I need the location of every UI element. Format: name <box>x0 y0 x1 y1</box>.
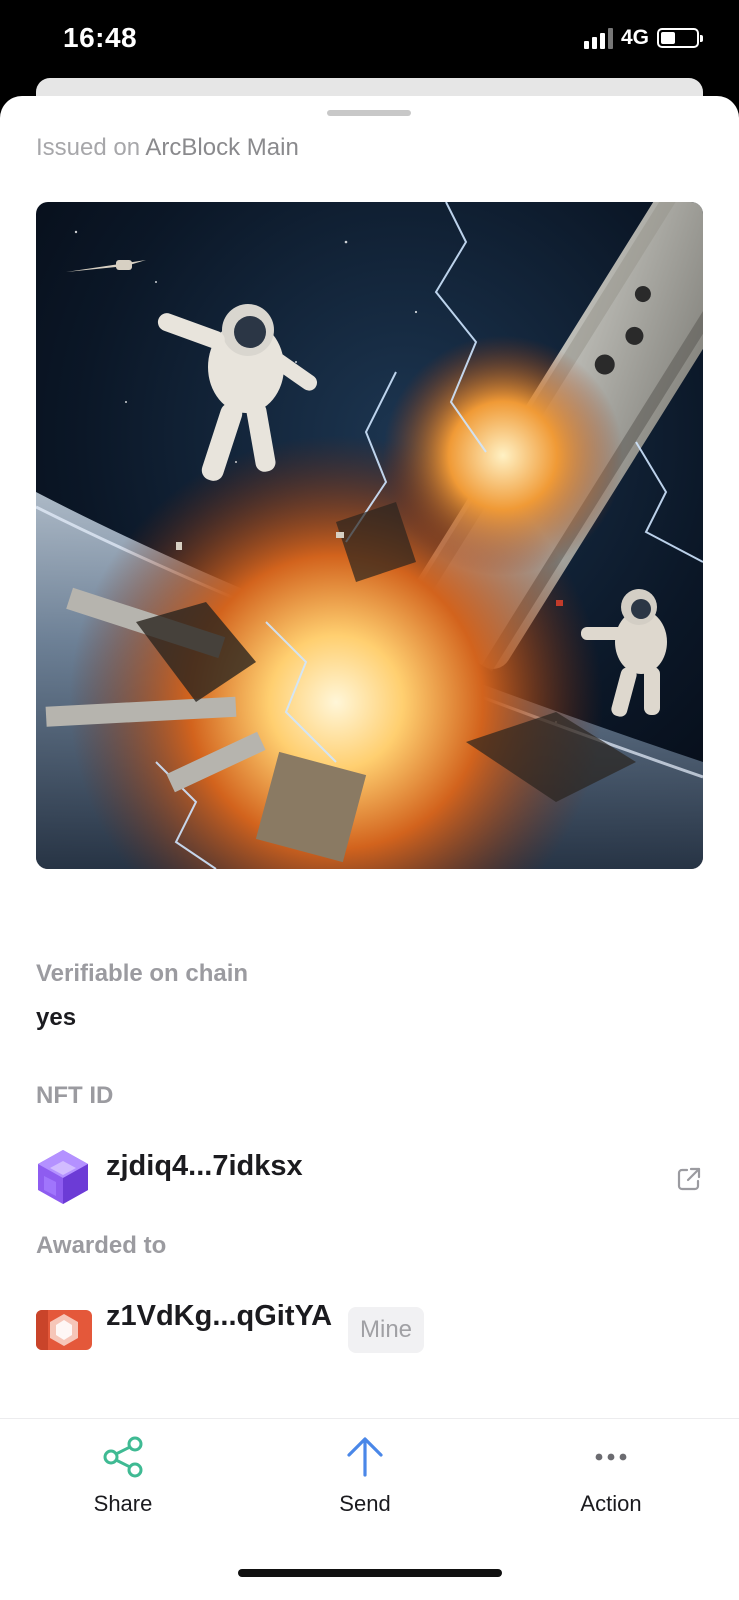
space-explosion-illustration <box>36 202 703 869</box>
external-link-icon[interactable] <box>676 1166 702 1192</box>
issued-on-line: Issued on ArcBlock Main <box>36 134 299 162</box>
nft-artwork-image[interactable] <box>36 202 703 869</box>
nft-id-avatar-icon <box>36 1148 90 1206</box>
bottom-action-bar: Share Send Action <box>0 1418 739 1600</box>
awarded-avatar-icon <box>36 1310 92 1350</box>
more-dots-icon <box>587 1433 635 1481</box>
cellular-signal-icon <box>583 27 613 49</box>
action-button[interactable]: Action <box>541 1419 681 1539</box>
chain-name[interactable]: ArcBlock Main <box>145 134 298 161</box>
share-button[interactable]: Share <box>53 1419 193 1539</box>
status-indicators: 4G <box>583 26 703 50</box>
action-label: Action <box>580 1491 642 1516</box>
verifiable-label: Verifiable on chain <box>36 960 249 987</box>
nft-id-label: NFT ID <box>36 1082 114 1109</box>
status-time: 16:48 <box>63 22 138 53</box>
home-indicator[interactable] <box>238 1569 502 1577</box>
verifiable-value: yes <box>36 1004 77 1031</box>
network-type: 4G <box>620 26 649 49</box>
nft-detail-sheet: Issued on ArcBlock Main Verifiable on ch… <box>0 96 739 1600</box>
status-bar: 16:48 4G <box>0 0 739 80</box>
mine-badge: Mine <box>348 1307 425 1353</box>
awarded-to-label: Awarded to <box>36 1232 167 1259</box>
battery-icon <box>657 28 703 48</box>
send-label: Send <box>339 1491 391 1516</box>
send-arrow-up-icon <box>341 1433 389 1481</box>
awarded-to-value[interactable]: z1VdKg...qGitYA <box>106 1300 332 1333</box>
share-label: Share <box>93 1491 153 1516</box>
sheet-grabber[interactable] <box>327 110 411 116</box>
share-icon <box>99 1433 147 1481</box>
issued-prefix: Issued on <box>36 134 146 161</box>
nft-id-value[interactable]: zjdiq4...7idksx <box>106 1150 303 1183</box>
send-button[interactable]: Send <box>295 1419 435 1539</box>
